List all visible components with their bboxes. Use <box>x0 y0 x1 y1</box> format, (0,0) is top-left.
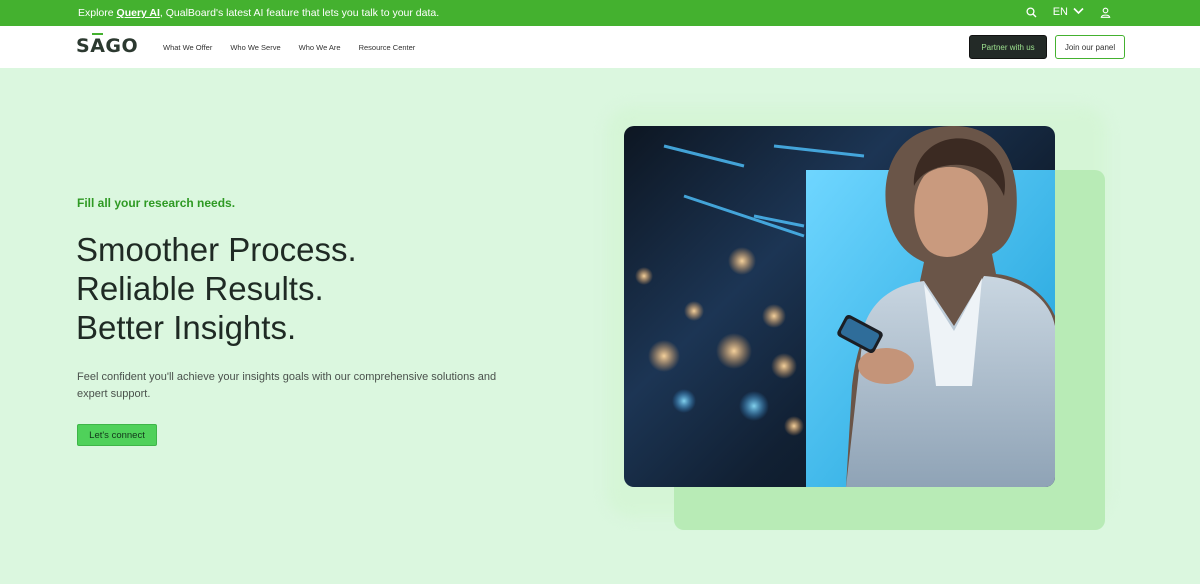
nav-what-we-offer[interactable]: What We Offer <box>163 43 212 52</box>
main-navbar: SAGO What We Offer Who We Serve Who We A… <box>0 26 1200 68</box>
announcement-suffix: , QualBoard's latest AI feature that let… <box>159 7 440 19</box>
hero-headline: Smoother Process. Reliable Results. Bett… <box>76 230 357 347</box>
language-selector[interactable]: EN <box>1053 6 1084 18</box>
announcement-prefix: Explore <box>78 7 117 19</box>
nav-links: What We Offer Who We Serve Who We Are Re… <box>163 43 415 52</box>
query-ai-link[interactable]: Query AI <box>117 7 160 19</box>
sago-logo[interactable]: SAGO <box>76 33 139 57</box>
language-label: EN <box>1052 6 1068 18</box>
logo-letters-go: GO <box>105 35 139 57</box>
headline-line-3: Better Insights. <box>76 309 297 346</box>
hero-photo-woman-with-phone <box>624 126 1055 487</box>
announcement-bar: Explore Query AI, QualBoard's latest AI … <box>0 0 1200 26</box>
search-icon[interactable] <box>1025 5 1039 19</box>
topbar-tools: EN <box>1025 5 1112 19</box>
nav-who-we-serve[interactable]: Who We Serve <box>230 43 280 52</box>
chevron-down-icon <box>1073 6 1084 18</box>
hero-description: Feel confident you'll achieve your insig… <box>77 371 497 400</box>
headline-line-2: Reliable Results. <box>76 270 324 307</box>
join-panel-button[interactable]: Join our panel <box>1055 35 1125 59</box>
announcement-text: Explore Query AI, QualBoard's latest AI … <box>78 7 439 19</box>
logo-letter-s: S <box>76 35 91 57</box>
nav-who-we-are[interactable]: Who We Are <box>299 43 341 52</box>
logo-letter-a: A <box>90 33 106 57</box>
nav-resource-center[interactable]: Resource Center <box>359 43 416 52</box>
hero-eyebrow: Fill all your research needs. <box>77 196 236 210</box>
user-icon[interactable] <box>1098 5 1112 19</box>
lets-connect-button[interactable]: Let's connect <box>77 424 157 446</box>
headline-line-1: Smoother Process. <box>76 231 357 268</box>
partner-button[interactable]: Partner with us <box>969 35 1047 59</box>
